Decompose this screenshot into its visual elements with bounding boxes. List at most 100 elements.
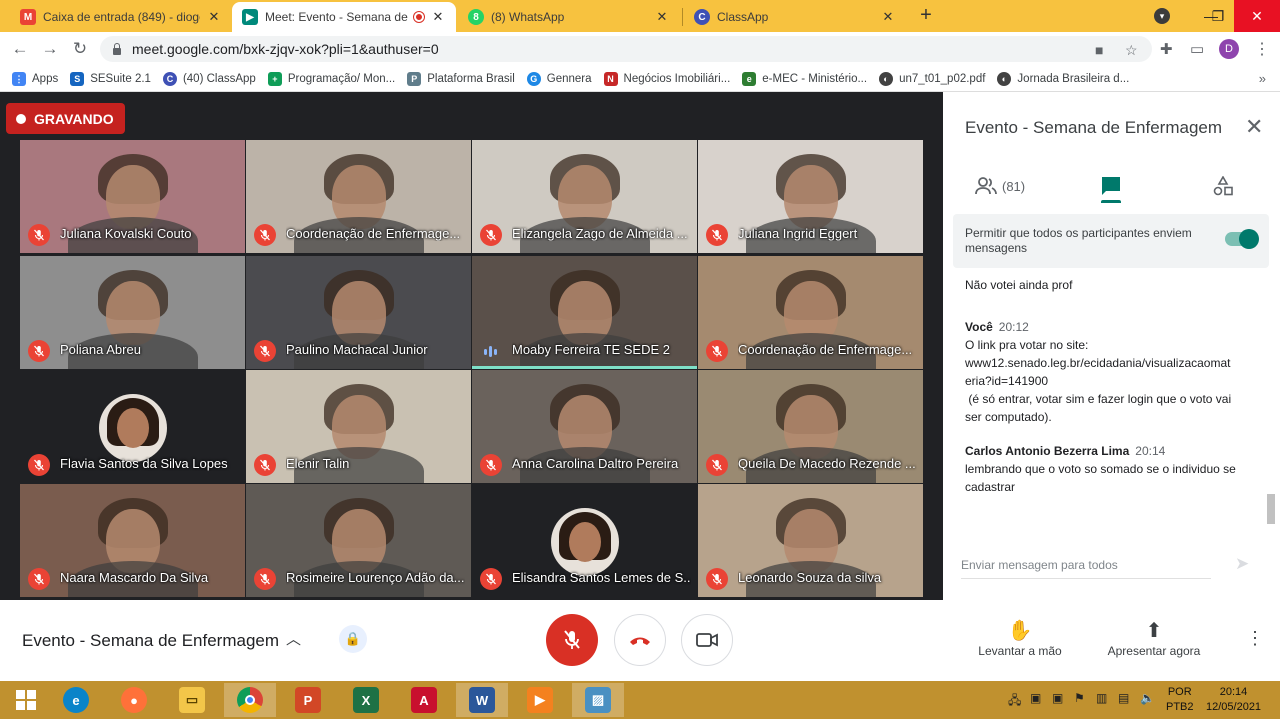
taskbar-edge[interactable]: e [50, 683, 102, 717]
tab-close-icon[interactable]: ✕ [206, 9, 222, 25]
tab-gmail[interactable]: M Caixa de entrada (849) - diogene ✕ [10, 2, 232, 32]
chevron-up-icon[interactable]: ︿ [286, 628, 301, 649]
bookmark-sesuite[interactable]: S SESuite 2.1 [70, 71, 151, 86]
bookmark-negocios[interactable]: N Negócios Imobiliári... [603, 71, 730, 86]
tab-search-icon[interactable]: ▾ [1154, 8, 1170, 24]
tab-whatsapp[interactable]: 8 (8) WhatsApp ✕ [458, 2, 680, 32]
chat-messages: Não votei ainda prof Você 20:12 O link pr… [965, 276, 1245, 512]
reload-icon[interactable]: ↻ [69, 38, 91, 60]
taskbar-media-player[interactable]: ▶ [514, 683, 566, 717]
camera-icon[interactable]: ■ [1095, 42, 1103, 58]
mic-muted-icon [706, 340, 728, 362]
leave-call-button[interactable] [614, 614, 666, 666]
lock-icon[interactable] [112, 43, 122, 55]
mic-muted-icon [254, 568, 276, 590]
bookmark-gennera[interactable]: G Gennera [526, 71, 592, 86]
close-icon[interactable]: ✕ [1245, 114, 1263, 140]
participant-tile[interactable]: Rosimeire Lourenço Adão da... [246, 484, 471, 597]
chat-panel: Evento - Semana de Enfermagem ✕ (81) Per… [943, 92, 1280, 600]
present-now-button[interactable]: ⬆ Apresentar agora [1102, 618, 1206, 658]
participant-tile[interactable]: Queila De Macedo Rezende ... [698, 370, 923, 483]
tab-people[interactable]: (81) [975, 168, 1025, 204]
participant-tile[interactable]: Juliana Kovalski Couto [20, 140, 245, 253]
window-close-button[interactable]: ✕ [1234, 0, 1280, 32]
taskbar-photos[interactable]: ▨ [572, 683, 624, 717]
participant-tile[interactable]: Paulino Machacal Junior [246, 256, 471, 369]
participant-tile[interactable]: Naara Mascardo Da Silva [20, 484, 245, 597]
participant-tile[interactable]: Elisandra Santos Lemes de S... [472, 484, 697, 597]
tray-app-icon[interactable]: ▣ [1030, 691, 1041, 705]
participant-tile[interactable]: Anna Carolina Daltro Pereira [472, 370, 697, 483]
tab-close-icon[interactable]: ✕ [880, 9, 896, 25]
taskbar-word[interactable]: W [456, 683, 508, 717]
participant-tile[interactable]: Coordenação de Enfermage... [698, 256, 923, 369]
participant-name: Poliana Abreu [60, 342, 141, 357]
tray-volume-icon[interactable]: 🔈 [1140, 691, 1155, 705]
tray-app-icon[interactable]: ▣ [1052, 691, 1063, 705]
extensions-icon[interactable]: ✚ [1160, 40, 1173, 58]
message-link[interactable]: www12.senado.leg.br/ecidadania/visualiza… [965, 354, 1245, 372]
tray-flag-icon[interactable]: ⚑ [1074, 691, 1085, 705]
language-indicator[interactable]: POR PTB2 [1166, 685, 1194, 715]
bookmark-pdf[interactable]: ◐ un7_t01_p02.pdf [879, 71, 985, 86]
participant-tile[interactable]: Leonardo Souza da silva [698, 484, 923, 597]
bookmark-programacao[interactable]: + Programação/ Mon... [267, 71, 395, 86]
cast-icon[interactable]: ▭ [1190, 40, 1204, 58]
mic-toggle-button[interactable] [546, 614, 598, 666]
start-button[interactable] [0, 683, 52, 717]
forward-icon[interactable]: → [39, 38, 61, 60]
tray-app-icon[interactable]: ▥ [1096, 691, 1107, 705]
taskbar-chrome[interactable] [224, 683, 276, 717]
message-link[interactable]: eria?id=141900 [965, 372, 1245, 390]
profile-avatar[interactable]: D [1219, 39, 1239, 59]
send-icon[interactable]: ➤ [1235, 554, 1249, 574]
back-icon[interactable]: ← [9, 38, 31, 60]
host-controls-shield-icon[interactable]: 🔒 [339, 625, 367, 653]
bookmark-star-icon[interactable]: ☆ [1125, 42, 1138, 59]
tab-close-icon[interactable]: ✕ [430, 9, 446, 25]
taskbar-explorer[interactable]: ▭ [166, 683, 218, 717]
taskbar-firefox[interactable]: ● [108, 683, 160, 717]
panel-title: Evento - Semana de Enfermagem [965, 118, 1223, 137]
bookmark-plataforma-brasil[interactable]: P Plataforma Brasil [407, 71, 515, 86]
speaking-indicator-icon [484, 346, 497, 357]
mic-muted-icon [254, 224, 276, 246]
message-time: 20:12 [998, 320, 1029, 334]
participant-tile[interactable]: Juliana Ingrid Eggert [698, 140, 923, 253]
bookmark-emec[interactable]: e e-MEC - Ministério... [742, 71, 867, 86]
taskbar-clock[interactable]: 20:14 12/05/2021 [1206, 685, 1261, 715]
chat-message-input[interactable]: Enviar mensagem para todos [961, 558, 1211, 579]
participant-tile[interactable]: Elizangela Zago de Almeida ... [472, 140, 697, 253]
tray-wifi-icon[interactable]: ▤ [1118, 691, 1129, 705]
participant-tile[interactable]: Elenir Talin [246, 370, 471, 483]
taskbar-acrobat[interactable]: A [398, 683, 450, 717]
bookmark-jornada[interactable]: ◐ Jornada Brasileira d... [997, 71, 1129, 86]
raise-hand-button[interactable]: ✋ Levantar a mão [974, 618, 1066, 658]
bookmark-apps[interactable]: ⋮ Apps [12, 71, 58, 86]
browser-menu-icon[interactable]: ⋮ [1254, 39, 1270, 59]
participant-tile[interactable]: Poliana Abreu [20, 256, 245, 369]
bookmark-classapp[interactable]: C (40) ClassApp [162, 71, 256, 86]
tab-meet[interactable]: ▶ Meet: Evento - Semana de E ✕ [232, 2, 456, 32]
tab-activities[interactable] [1213, 168, 1233, 204]
chat-scrollbar[interactable] [1267, 494, 1275, 524]
meeting-title[interactable]: Evento - Semana de Enfermagem [22, 631, 279, 651]
url-bar[interactable]: meet.google.com/bxk-zjqv-xok?pli=1&authu… [100, 36, 1152, 62]
hang-up-icon [630, 637, 650, 645]
taskbar-excel[interactable]: X [340, 683, 392, 717]
tab-chat[interactable] [1101, 168, 1121, 204]
allow-messages-toggle[interactable] [1225, 229, 1259, 249]
tray-network-icon[interactable]: 🖧 [1008, 691, 1021, 712]
camera-toggle-button[interactable] [681, 614, 733, 666]
tab-close-icon[interactable]: ✕ [654, 9, 670, 25]
new-tab-button[interactable]: + [914, 4, 938, 28]
more-options-icon[interactable]: ⋮ [1246, 628, 1264, 649]
more-bookmarks-icon[interactable]: » [1259, 71, 1266, 86]
participant-tile[interactable]: Moaby Ferreira TE SEDE 2 [472, 256, 697, 369]
participant-tile[interactable]: Coordenação de Enfermage... [246, 140, 471, 253]
maximize-restore-button[interactable]: ❐ [1198, 0, 1238, 32]
keyboard-layout: PTB2 [1166, 701, 1194, 713]
tab-classapp[interactable]: C ClassApp ✕ [684, 2, 906, 32]
participant-tile[interactable]: Flavia Santos da Silva Lopes [20, 370, 245, 483]
taskbar-powerpoint[interactable]: P [282, 683, 334, 717]
